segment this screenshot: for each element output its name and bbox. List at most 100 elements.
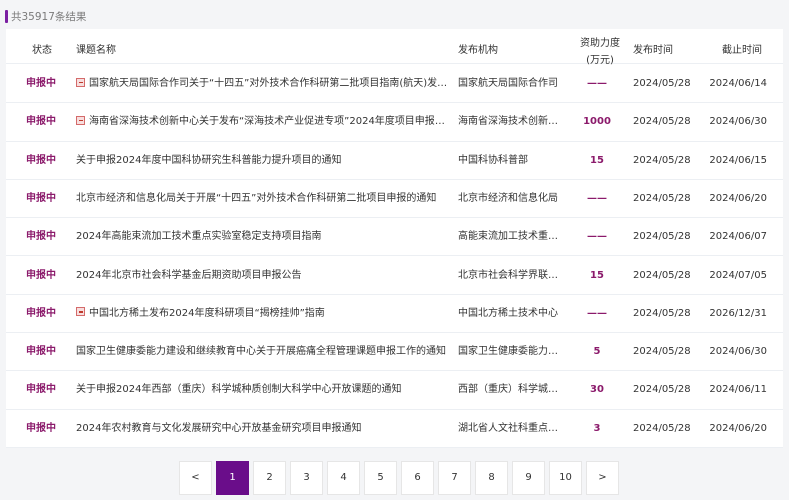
- page-button-9[interactable]: 9: [512, 461, 545, 495]
- page-button-1[interactable]: 1: [216, 461, 249, 495]
- status-badge: 申报中: [26, 116, 56, 128]
- project-title-cell[interactable]: 关于申报2024年度中国科协研究生科普能力提升项目的通知: [76, 142, 451, 180]
- publishing-org: 北京市经济和信息化局: [458, 192, 558, 204]
- table-header: 状态 课题名称 发布机构 资助力度 (万元) 发布时间 截止时间: [6, 29, 783, 66]
- publish-date: 2024/05/28: [633, 346, 691, 358]
- header-amount: 资助力度 (万元): [574, 34, 626, 66]
- result-count-text: 共35917条结果: [11, 10, 87, 23]
- publishing-org: 西部（重庆）科学城…: [458, 384, 558, 396]
- project-title-link[interactable]: 2024年北京市社会科学基金后期资助项目申报公告: [76, 270, 301, 281]
- project-title-link[interactable]: 北京市经济和信息化局关于开展“十四五”对外技术合作科研第二批项目申报的通知: [76, 193, 436, 204]
- publishing-org: 湖北省人文社科重点…: [458, 422, 558, 434]
- status-badge: 申报中: [26, 231, 56, 243]
- table-row[interactable]: 申报中 国家航天局国际合作司关于“十四五”对外技术合作科研第二批项目指南(航天)发…: [6, 65, 783, 104]
- header-publish-date: 发布时间: [633, 45, 673, 56]
- project-title-link[interactable]: 国家卫生健康委能力建设和继续教育中心关于开展癌痛全程管理课题申报工作的通知: [76, 346, 446, 357]
- page-button-2[interactable]: 2: [253, 461, 286, 495]
- page-button-4[interactable]: 4: [327, 461, 360, 495]
- deadline-date: 2024/06/11: [709, 384, 767, 396]
- project-title-link[interactable]: 关于申报2024年度中国科协研究生科普能力提升项目的通知: [76, 155, 341, 166]
- publish-date: 2024/05/28: [633, 307, 691, 319]
- deadline-date: 2024/06/20: [709, 192, 767, 204]
- project-title-cell[interactable]: 2024年北京市社会科学基金后期资助项目申报公告: [76, 257, 451, 295]
- status-badge: 申报中: [26, 269, 56, 281]
- project-title-cell[interactable]: 2024年农村教育与文化发展研究中心开放基金研究项目申报通知: [76, 410, 451, 448]
- table-row[interactable]: 申报中 2024年高能束流加工技术重点实验室稳定支持项目指南 高能束流加工技术重… —…: [6, 218, 783, 257]
- project-title-cell[interactable]: 关于申报2024年西部（重庆）科学城种质创制大科学中心开放课题的通知: [76, 371, 451, 409]
- table-row[interactable]: 申报中 海南省深海技术创新中心关于发布“深海技术产业促进专项”2024年度项目申报…: [6, 103, 783, 142]
- page-button-3[interactable]: 3: [290, 461, 323, 495]
- project-title-link[interactable]: 国家航天局国际合作司关于“十四五”对外技术合作科研第二批项目指南(航天)发布…: [89, 78, 451, 89]
- funding-amount: 15: [590, 269, 604, 281]
- page-button-10[interactable]: 10: [549, 461, 582, 495]
- accent-bar: [5, 9, 8, 23]
- table-row[interactable]: 申报中 国家卫生健康委能力建设和继续教育中心关于开展癌痛全程管理课题申报工作的通知…: [6, 333, 783, 372]
- project-title-link[interactable]: 2024年高能束流加工技术重点实验室稳定支持项目指南: [76, 231, 321, 242]
- publishing-org: 中国科协科普部: [458, 154, 528, 166]
- header-deadline: 截止时间: [722, 45, 762, 56]
- funding-amount: ——: [587, 307, 607, 319]
- header-org: 发布机构: [458, 45, 498, 56]
- project-title-cell[interactable]: 北京市经济和信息化局关于开展“十四五”对外技术合作科研第二批项目申报的通知: [76, 180, 451, 218]
- publish-date: 2024/05/28: [633, 231, 691, 243]
- pdf-file-icon: [76, 307, 85, 317]
- prev-page-button[interactable]: <: [179, 461, 212, 495]
- table-row[interactable]: 申报中 2024年北京市社会科学基金后期资助项目申报公告 北京市社会科学界联… 15 2…: [6, 257, 783, 295]
- deadline-date: 2024/06/20: [709, 422, 767, 434]
- project-title-cell[interactable]: 中国北方稀土发布2024年度科研项目“揭榜挂帅”指南: [76, 295, 451, 333]
- funding-amount: 5: [593, 346, 601, 358]
- deadline-date: 2024/06/15: [709, 154, 767, 166]
- status-badge: 申报中: [26, 422, 56, 434]
- publish-date: 2024/05/28: [633, 384, 691, 396]
- funding-amount: 30: [590, 384, 604, 396]
- pdf-file-icon: [76, 115, 85, 125]
- publish-date: 2024/05/28: [633, 422, 691, 434]
- funding-amount: ——: [587, 78, 607, 89]
- status-badge: 申报中: [26, 154, 56, 166]
- deadline-date: 2026/12/31: [709, 307, 767, 319]
- table-row[interactable]: 申报中 2024年农村教育与文化发展研究中心开放基金研究项目申报通知 湖北省人文社科…: [6, 410, 783, 448]
- project-title-cell[interactable]: 国家卫生健康委能力建设和继续教育中心关于开展癌痛全程管理课题申报工作的通知: [76, 333, 451, 371]
- page-button-6[interactable]: 6: [401, 461, 434, 495]
- table-row[interactable]: 申报中 中国北方稀土发布2024年度科研项目“揭榜挂帅”指南 中国北方稀土技术中心 —…: [6, 295, 783, 334]
- table-row[interactable]: 申报中 北京市经济和信息化局关于开展“十四五”对外技术合作科研第二批项目申报的通知…: [6, 180, 783, 219]
- result-count: 共35917条结果: [5, 9, 86, 23]
- funding-amount: 3: [593, 422, 601, 434]
- status-badge: 申报中: [26, 307, 56, 319]
- header-amount-line2: (万元): [586, 55, 614, 66]
- project-title-link[interactable]: 海南省深海技术创新中心关于发布“深海技术产业促进专项”2024年度项目申报指…: [89, 116, 451, 127]
- project-title-link[interactable]: 中国北方稀土发布2024年度科研项目“揭榜挂帅”指南: [89, 308, 325, 319]
- deadline-date: 2024/07/05: [709, 269, 767, 281]
- deadline-date: 2024/06/07: [709, 231, 767, 243]
- header-title: 课题名称: [76, 45, 116, 56]
- project-title-link[interactable]: 2024年农村教育与文化发展研究中心开放基金研究项目申报通知: [76, 423, 361, 434]
- deadline-date: 2024/06/30: [709, 346, 767, 358]
- publish-date: 2024/05/28: [633, 116, 691, 128]
- publishing-org: 北京市社会科学界联…: [458, 269, 558, 281]
- publish-date: 2024/05/28: [633, 269, 691, 281]
- funding-amount: ——: [587, 192, 607, 204]
- page-button-5[interactable]: 5: [364, 461, 397, 495]
- page-button-8[interactable]: 8: [475, 461, 508, 495]
- publishing-org: 国家卫生健康委能力…: [458, 346, 558, 358]
- publish-date: 2024/05/28: [633, 154, 691, 166]
- funding-amount: ——: [587, 231, 607, 243]
- page-button-7[interactable]: 7: [438, 461, 471, 495]
- header-status: 状态: [32, 45, 52, 56]
- project-title-cell[interactable]: 2024年高能束流加工技术重点实验室稳定支持项目指南: [76, 218, 451, 256]
- header-amount-line1: 资助力度: [580, 38, 620, 49]
- deadline-date: 2024/06/30: [709, 116, 767, 128]
- publishing-org: 海南省深海技术创新…: [458, 116, 558, 128]
- status-badge: 申报中: [26, 78, 56, 89]
- pdf-file-icon: [76, 77, 85, 87]
- project-title-cell[interactable]: 海南省深海技术创新中心关于发布“深海技术产业促进专项”2024年度项目申报指…: [76, 103, 451, 141]
- table-row[interactable]: 申报中 关于申报2024年度中国科协研究生科普能力提升项目的通知 中国科协科普部 15…: [6, 142, 783, 180]
- funding-amount: 1000: [583, 116, 611, 128]
- project-title-cell[interactable]: 国家航天局国际合作司关于“十四五”对外技术合作科研第二批项目指南(航天)发布…: [76, 65, 451, 103]
- status-badge: 申报中: [26, 192, 56, 204]
- project-title-link[interactable]: 关于申报2024年西部（重庆）科学城种质创制大科学中心开放课题的通知: [76, 384, 401, 395]
- table-row[interactable]: 申报中 关于申报2024年西部（重庆）科学城种质创制大科学中心开放课题的通知 西部（…: [6, 371, 783, 410]
- publishing-org: 中国北方稀土技术中心: [458, 307, 558, 319]
- publishing-org: 国家航天局国际合作司: [458, 78, 558, 89]
- next-page-button[interactable]: >: [586, 461, 619, 495]
